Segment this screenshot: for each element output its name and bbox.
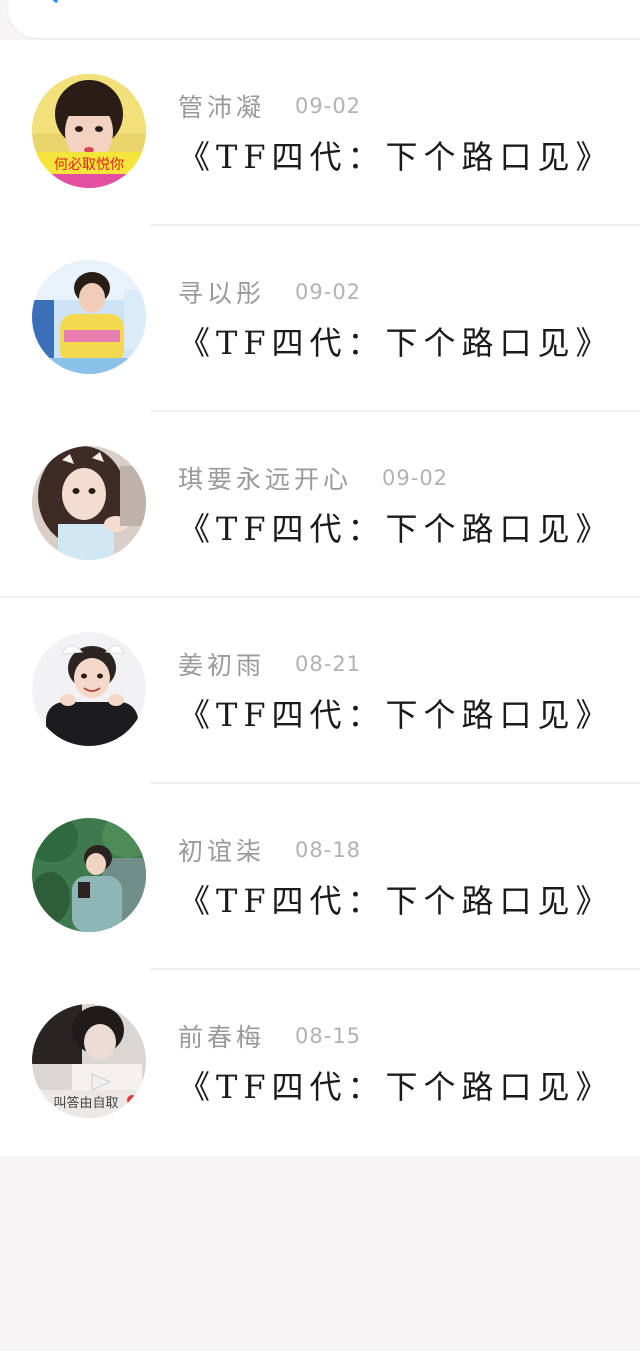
list-item[interactable]: 姜初雨 08-21 《TF四代：下个路口见》 — [0, 598, 640, 784]
empty-area — [0, 1158, 640, 1351]
work-title[interactable]: 《TF四代：下个路口见》 — [178, 132, 614, 178]
avatar[interactable] — [32, 632, 146, 746]
avatar[interactable] — [32, 446, 146, 560]
post-date: 08-18 — [295, 838, 362, 862]
avatar-caption: 何必取悦你 — [54, 157, 124, 173]
post-date: 08-15 — [295, 1024, 362, 1048]
post-date: 09-02 — [295, 94, 362, 118]
user-name[interactable]: 寻以彤 — [178, 274, 265, 310]
top-bar — [0, 0, 640, 40]
meta-line: 初谊柒 08-18 — [178, 834, 361, 866]
meta-line: 寻以彤 09-02 — [178, 276, 361, 308]
user-name[interactable]: 管沛凝 — [178, 88, 265, 124]
list-item[interactable]: 何必取悦你 管沛凝 09-02 《TF四代：下个路口见》 — [0, 40, 640, 226]
search-bar[interactable] — [8, 0, 640, 38]
list-item[interactable]: 琪要永远开心 09-02 《TF四代：下个路口见》 — [0, 412, 640, 598]
post-date: 08-21 — [295, 652, 362, 676]
user-name[interactable]: 姜初雨 — [178, 646, 265, 682]
avatar[interactable]: 叫答由自取 — [32, 1004, 146, 1118]
work-title[interactable]: 《TF四代：下个路口见》 — [178, 876, 614, 922]
work-title[interactable]: 《TF四代：下个路口见》 — [178, 318, 614, 364]
user-name[interactable]: 琪要永远开心 — [178, 460, 352, 496]
avatar[interactable]: 何必取悦你 — [32, 74, 146, 188]
avatar-caption: 叫答由自取 — [53, 1095, 118, 1111]
list-item[interactable]: 叫答由自取 前春梅 08-15 《TF四代：下个路口见》 — [0, 970, 640, 1156]
user-name[interactable]: 初谊柒 — [178, 832, 265, 868]
avatar[interactable] — [32, 818, 146, 932]
back-arrow-icon[interactable] — [42, 0, 64, 6]
work-title[interactable]: 《TF四代：下个路口见》 — [178, 504, 614, 550]
post-date: 09-02 — [382, 466, 449, 490]
work-title[interactable]: 《TF四代：下个路口见》 — [178, 690, 614, 736]
meta-line: 琪要永远开心 09-02 — [178, 462, 448, 494]
avatar[interactable] — [32, 260, 146, 374]
work-title[interactable]: 《TF四代：下个路口见》 — [178, 1062, 614, 1108]
meta-line: 前春梅 08-15 — [178, 1020, 361, 1052]
user-name[interactable]: 前春梅 — [178, 1018, 265, 1054]
post-date: 09-02 — [295, 280, 362, 304]
meta-line: 管沛凝 09-02 — [178, 90, 361, 122]
list-item[interactable]: 寻以彤 09-02 《TF四代：下个路口见》 — [0, 226, 640, 412]
list-item[interactable]: 初谊柒 08-18 《TF四代：下个路口见》 — [0, 784, 640, 970]
meta-line: 姜初雨 08-21 — [178, 648, 361, 680]
comment-list: 何必取悦你 管沛凝 09-02 《TF四代：下个路口见》 寻以彤 09-02 《… — [0, 40, 640, 1156]
